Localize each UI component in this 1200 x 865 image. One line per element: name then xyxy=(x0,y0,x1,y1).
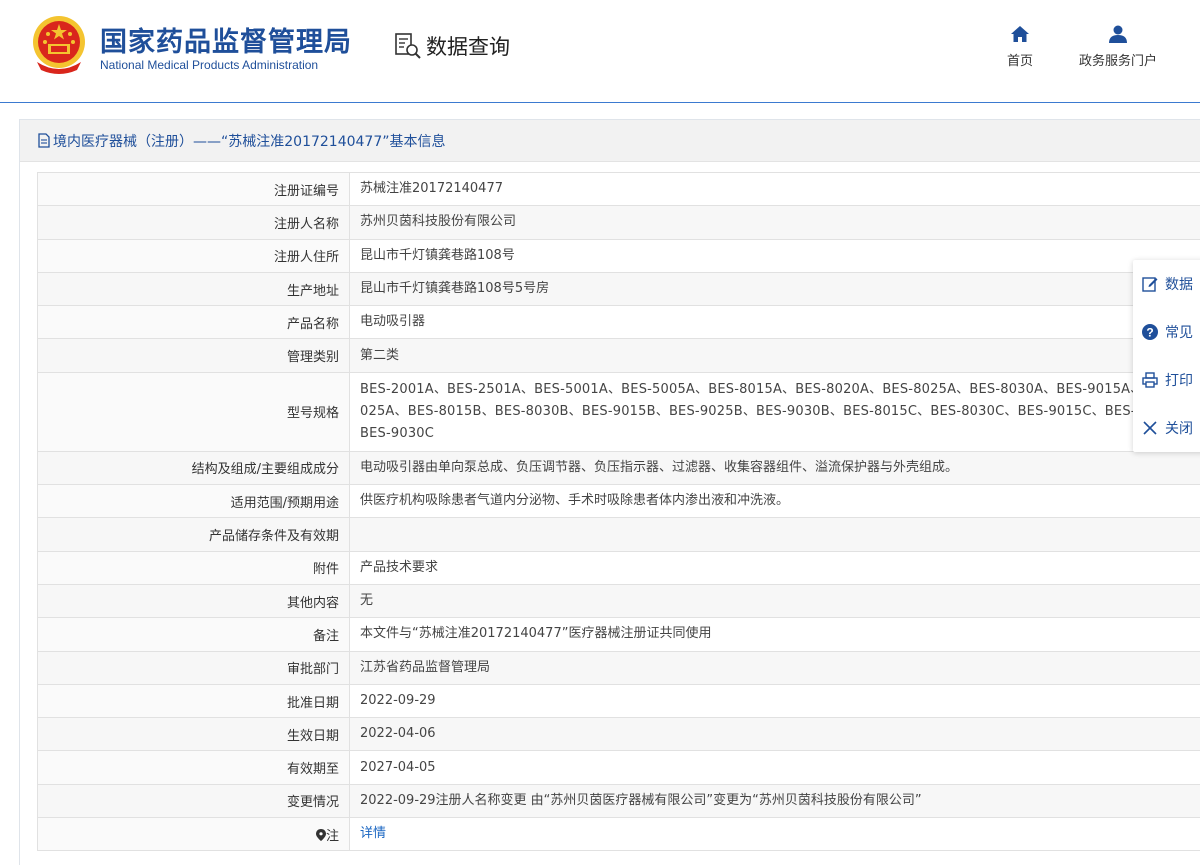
row-label: 生效日期 xyxy=(37,717,350,752)
row-value: 2022-09-29 xyxy=(349,683,1200,719)
pin-icon xyxy=(315,828,326,841)
float-label: 常见 xyxy=(1165,325,1193,341)
row-label: 备注 xyxy=(37,617,350,652)
row-label: 产品储存条件及有效期 xyxy=(37,517,350,552)
model-line: BES-9030C xyxy=(360,425,435,441)
data-query-label: 数据查询 xyxy=(426,35,510,59)
agency-name-en[interactable]: National Medical Products Administration xyxy=(100,58,318,72)
floating-toolbar: 数据 ? 常见 打印 关闭 xyxy=(1133,260,1200,452)
table-row: 注册证编号 苏械注准20172140477 xyxy=(37,171,1200,207)
row-label: 有效期至 xyxy=(37,750,350,785)
row-label: 管理类别 xyxy=(37,338,350,373)
table-row: 生产地址 昆山市千灯镇龚巷路108号5号房 xyxy=(37,271,1200,307)
row-value: 苏州贝茵科技股份有限公司 xyxy=(349,205,1200,240)
table-row: 注册人住所 昆山市千灯镇龚巷路108号 xyxy=(37,238,1200,273)
row-value: 电动吸引器 xyxy=(349,305,1200,340)
float-label: 关闭 xyxy=(1165,421,1193,437)
svg-text:?: ? xyxy=(1146,326,1153,340)
row-value: 2022-04-06 xyxy=(349,717,1200,752)
float-label: 数据 xyxy=(1165,277,1193,293)
float-close[interactable]: 关闭 xyxy=(1133,404,1200,452)
table-row: 其他内容 无 xyxy=(37,583,1200,619)
row-value: 无 xyxy=(349,583,1200,619)
row-value: 详情 xyxy=(349,817,1200,852)
row-value: 供医疗机构吸除患者气道内分泌物、手术时吸除患者体内渗出液和冲洗液。 xyxy=(349,484,1200,519)
nav-home[interactable]: 首页 xyxy=(1000,25,1040,69)
row-value: 产品技术要求 xyxy=(349,550,1200,585)
table-row: 批准日期 2022-09-29 xyxy=(37,683,1200,719)
document-search-icon xyxy=(395,33,421,59)
table-row: 适用范围/预期用途 供医疗机构吸除患者气道内分泌物、手术时吸除患者体内渗出液和冲… xyxy=(37,484,1200,519)
nav-portal-label: 政务服务门户 xyxy=(1078,54,1157,69)
agency-name-cn[interactable]: 国家药品监督管理局 xyxy=(100,20,352,59)
row-label: 生产地址 xyxy=(37,271,350,307)
row-label: 审批部门 xyxy=(37,650,350,685)
help-icon: ? xyxy=(1142,324,1158,340)
model-line: 025A、BES-8015B、BES-8030B、BES-9015B、BES-9… xyxy=(360,403,1193,419)
table-row: 备注 本文件与“苏械注准20172140477”医疗器械注册证共同使用 xyxy=(37,617,1200,652)
row-label: 产品名称 xyxy=(37,305,350,340)
table-row: 型号规格 BES-2001A、BES-2501A、BES-5001A、BES-5… xyxy=(37,371,1200,452)
edit-icon xyxy=(1142,277,1158,292)
row-value: 苏械注准20172140477 xyxy=(349,171,1200,207)
national-emblem-icon[interactable] xyxy=(31,14,87,74)
document-icon xyxy=(38,133,50,148)
user-icon xyxy=(1109,25,1127,43)
site-header: 国家药品监督管理局 National Medical Products Admi… xyxy=(0,0,1200,103)
table-row: 结构及组成/主要组成成分 电动吸引器由单向泵总成、负压调节器、负压指示器、过滤器… xyxy=(37,450,1200,486)
row-label: 变更情况 xyxy=(37,783,350,819)
row-label-note: 注 xyxy=(37,817,350,852)
table-row: 附件 产品技术要求 xyxy=(37,550,1200,585)
row-label: 附件 xyxy=(37,550,350,585)
table-row: 注册人名称 苏州贝茵科技股份有限公司 xyxy=(37,205,1200,240)
row-label: 注册证编号 xyxy=(37,171,350,207)
model-line: BES-2001A、BES-2501A、BES-5001A、BES-5005A、… xyxy=(360,381,1183,397)
row-value: 2027-04-05 xyxy=(349,750,1200,785)
data-query-title: 数据查询 xyxy=(393,31,510,61)
row-value-models: BES-2001A、BES-2501A、BES-5001A、BES-5005A、… xyxy=(349,371,1200,452)
row-value: 第二类 xyxy=(349,338,1200,373)
details-link[interactable]: 详情 xyxy=(360,826,386,841)
table-row: 注 详情 xyxy=(37,817,1200,852)
row-value: 2022-09-29注册人名称变更 由“苏州贝茵医疗器械有限公司”变更为“苏州贝… xyxy=(349,783,1200,819)
row-label: 批准日期 xyxy=(37,683,350,719)
table-row: 变更情况 2022-09-29注册人名称变更 由“苏州贝茵医疗器械有限公司”变更… xyxy=(37,783,1200,819)
float-label: 打印 xyxy=(1165,373,1193,389)
table-row: 有效期至 2027-04-05 xyxy=(37,750,1200,785)
row-value: 电动吸引器由单向泵总成、负压调节器、负压指示器、过滤器、收集容器组件、溢流保护器… xyxy=(349,450,1200,486)
float-print[interactable]: 打印 xyxy=(1133,356,1200,404)
nav-service-portal[interactable]: 政务服务门户 xyxy=(1070,25,1166,69)
print-icon xyxy=(1142,372,1158,388)
row-value: 昆山市千灯镇龚巷路108号 xyxy=(349,238,1200,273)
home-icon xyxy=(1011,26,1029,42)
nav-home-label: 首页 xyxy=(1006,54,1033,69)
close-icon xyxy=(1143,421,1157,435)
table-row: 产品名称 电动吸引器 xyxy=(37,305,1200,340)
row-value xyxy=(349,517,1200,552)
info-table: 注册证编号 苏械注准20172140477 注册人名称 苏州贝茵科技股份有限公司… xyxy=(37,171,1200,852)
row-label: 其他内容 xyxy=(37,583,350,619)
table-row: 生效日期 2022-04-06 xyxy=(37,717,1200,752)
row-label: 注册人住所 xyxy=(37,238,350,273)
row-value: 江苏省药品监督管理局 xyxy=(349,650,1200,685)
table-row: 审批部门 江苏省药品监督管理局 xyxy=(37,650,1200,685)
panel-title: 境内医疗器械（注册）——“苏械注准20172140477”基本信息 xyxy=(53,133,446,150)
row-label: 适用范围/预期用途 xyxy=(37,484,350,519)
panel-header: 境内医疗器械（注册）——“苏械注准20172140477”基本信息 xyxy=(20,120,1200,162)
row-value: 昆山市千灯镇龚巷路108号5号房 xyxy=(349,271,1200,307)
row-label: 注册人名称 xyxy=(37,205,350,240)
detail-panel: 境内医疗器械（注册）——“苏械注准20172140477”基本信息 注册证编号 … xyxy=(19,119,1200,865)
row-label: 结构及组成/主要组成成分 xyxy=(37,450,350,486)
note-label: 注 xyxy=(325,828,339,844)
row-label: 型号规格 xyxy=(37,371,350,452)
row-value: 本文件与“苏械注准20172140477”医疗器械注册证共同使用 xyxy=(349,617,1200,652)
float-faq[interactable]: ? 常见 xyxy=(1133,308,1200,356)
float-data-feedback[interactable]: 数据 xyxy=(1133,260,1200,308)
table-row: 管理类别 第二类 xyxy=(37,338,1200,373)
table-row: 产品储存条件及有效期 xyxy=(37,517,1200,552)
